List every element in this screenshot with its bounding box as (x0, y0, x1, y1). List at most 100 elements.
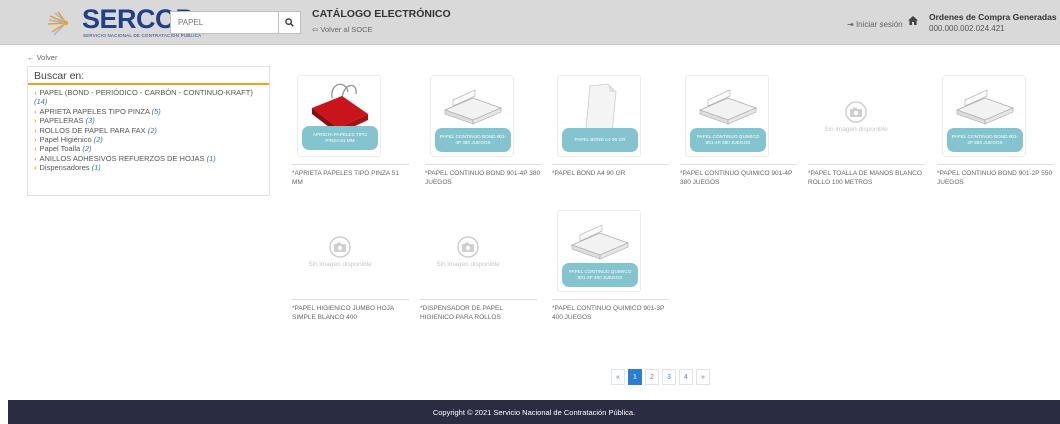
category-count: (5) (151, 106, 161, 116)
category-label: APRIETA PAPELES TIPO PINZA (39, 106, 150, 116)
product-image[interactable]: PAPEL CONTINUO QUIMICO 901-4P 380 JUEGOS (685, 75, 769, 157)
category-item[interactable]: › Dispensadores (1) (34, 163, 263, 172)
no-image-placeholder: Sin imagen disponible (298, 211, 382, 293)
category-list: › PAPEL (BOND - PERIÓDICO - CARBÓN - CONT… (28, 85, 269, 173)
chevron-right-icon: › (34, 88, 37, 97)
product-image[interactable]: APRIETA PAPELES TIPO PINZA 51 MM (297, 75, 381, 157)
product-image[interactable]: Sin imagen disponible (813, 75, 897, 157)
paper-box-icon (955, 89, 1015, 125)
category-label: Dispensadores (39, 163, 90, 173)
category-item[interactable]: › PAPELERAS (3) (34, 116, 263, 125)
category-count: (1) (206, 153, 216, 163)
divider (292, 164, 409, 165)
chevron-right-icon: › (34, 153, 37, 163)
catalog-title: CATÁLOGO ELECTRÓNICO (312, 8, 451, 20)
page-button-2[interactable]: 2 (645, 369, 659, 385)
back-link[interactable]: ← Volver (27, 53, 57, 62)
category-count: (2) (147, 125, 157, 135)
category-item[interactable]: › ANILLOS ADHESIVOS REFUERZOS DE HOJAS (1… (34, 154, 263, 163)
no-image-icon (457, 235, 479, 258)
product-name[interactable]: *PAPEL CONTINUO BOND 901-2P 550 JUEGOS (937, 169, 1055, 187)
login-label: Iniciar sesión (855, 20, 903, 29)
pagination: « 1 2 3 4 » (611, 369, 710, 385)
product-badge: PAPEL CONTINUO QUIMICO 901-4P 380 JUEGOS (690, 128, 766, 152)
category-label: Papel Toalla (39, 144, 81, 154)
category-item[interactable]: › PAPEL (BOND - PERIÓDICO - CARBÓN - CONT… (34, 88, 263, 107)
product-badge: PAPEL CONTINUO QUIMICO 901-3P 400 JUEGOS (562, 263, 638, 287)
sign-out-icon: ⇦ (312, 25, 319, 34)
category-count: (14) (34, 97, 48, 107)
paper-box-icon (570, 224, 630, 260)
category-item[interactable]: › ROLLOS DE PAPEL PARA FAX (2) (34, 126, 263, 135)
no-image-text: Sin imagen disponible (824, 125, 888, 133)
divider (552, 299, 669, 300)
chevron-right-icon: › (34, 135, 37, 145)
product-image[interactable]: PAPEL CONTINUO QUIMICO 901-3P 400 JUEGOS (557, 210, 641, 292)
category-count: (2) (93, 135, 103, 145)
category-item[interactable]: › Papel Toalla (2) (34, 144, 263, 153)
product-name[interactable]: *PAPEL BOND A4 90 GR (552, 169, 670, 178)
category-label: Papel Higiénico (39, 135, 92, 145)
search-button[interactable] (278, 12, 300, 33)
paper-box-icon (443, 89, 503, 125)
footer: Copyright © 2021 Servicio Nacional de Co… (8, 400, 1060, 424)
page-button-1[interactable]: 1 (628, 369, 642, 385)
product-badge: APRIETA PAPELES TIPO PINZA 51 MM (302, 126, 378, 150)
divider (680, 164, 797, 165)
no-image-placeholder: Sin imagen disponible (814, 76, 898, 158)
chevron-right-icon: › (34, 163, 37, 173)
sidebar-title: Buscar en: (28, 67, 269, 85)
copyright-text: Copyright © 2021 Servicio Nacional de Co… (432, 407, 636, 417)
category-count: (2) (82, 144, 92, 154)
sign-in-icon: ⇥ (847, 20, 854, 29)
product-image[interactable]: PAPEL CONTINUO BOND 901-2P 550 JUEGOS (942, 75, 1026, 157)
page-button-3[interactable]: 3 (662, 369, 676, 385)
category-label: PAPEL (BOND - PERIÓDICO - CARBÓN - CONTI… (39, 88, 253, 97)
divider (425, 164, 542, 165)
page-button-4[interactable]: 4 (679, 369, 693, 385)
no-image-text: Sin imagen disponible (436, 260, 500, 268)
divider (937, 164, 1054, 165)
product-name[interactable]: *PAPEL CONTINUO BOND 901-4P 380 JUEGOS (425, 169, 543, 187)
back-to-soce-link[interactable]: ⇦ Volver al SOCE (312, 25, 373, 34)
product-name[interactable]: *PAPEL CONTINUO QUIMICO 901-3P 400 JUEGO… (552, 304, 670, 322)
next-page-button[interactable]: » (696, 369, 710, 385)
product-image[interactable]: Sin imagen disponible (425, 210, 509, 292)
product-image[interactable]: PAPEL CONTINUO BOND 901-4P 380 JUEGOS (430, 75, 514, 157)
category-count: (3) (85, 116, 95, 126)
sercop-logo[interactable]: SERCOP SERVICIO NACIONAL DE CONTRATACIÓN… (36, 4, 201, 40)
product-image[interactable]: PAPEL BOND A4 90 GR (557, 75, 641, 157)
back-to-soce-label: Volver al SOCE (320, 25, 373, 34)
product-name[interactable]: *PAPEL CONTINUO QUIMICO 901-4P 380 JUEGO… (680, 169, 798, 187)
product-name[interactable]: *DISPENSADOR DE PAPEL HIGIENICO PARA ROL… (420, 304, 538, 322)
chevron-right-icon: › (34, 125, 37, 135)
category-label: ROLLOS DE PAPEL PARA FAX (39, 125, 146, 135)
back-link-label: Volver (36, 53, 58, 62)
no-image-icon (845, 100, 867, 123)
divider (292, 299, 409, 300)
category-item[interactable]: › APRIETA PAPELES TIPO PINZA (5) (34, 107, 263, 116)
product-badge: PAPEL BOND A4 90 GR (562, 128, 638, 152)
chevron-right-icon: › (34, 116, 37, 126)
search-input[interactable] (171, 12, 279, 33)
search-icon (285, 18, 294, 27)
product-name[interactable]: *PAPEL TOALLA DE MANOS BLANCO ROLLO 100 … (808, 169, 926, 187)
orders-title: Ordenes de Compra Generadas (929, 12, 1057, 22)
divider (552, 164, 669, 165)
login-link[interactable]: ⇥ Iniciar sesión (847, 20, 903, 29)
category-item[interactable]: › Papel Higiénico (2) (34, 135, 263, 144)
category-label: PAPELERAS (39, 116, 84, 126)
product-badge: PAPEL CONTINUO BOND 901-4P 380 JUEGOS (435, 128, 511, 152)
prev-page-button[interactable]: « (611, 369, 625, 385)
home-icon (908, 16, 918, 25)
no-image-text: Sin imagen disponible (308, 260, 372, 268)
product-image[interactable]: Sin imagen disponible (297, 210, 381, 292)
category-label: ANILLOS ADHESIVOS REFUERZOS DE HOJAS (39, 153, 205, 163)
chevron-right-icon: › (34, 106, 37, 116)
divider (420, 299, 537, 300)
orders-number: 000.000.002.024.421 (929, 24, 1005, 33)
paper-sheet-icon (585, 83, 617, 133)
product-name[interactable]: *APRIETA PAPELES TIPO PINZA 51 MM (292, 169, 410, 187)
product-badge: PAPEL CONTINUO BOND 901-2P 550 JUEGOS (947, 128, 1023, 152)
product-name[interactable]: *PAPEL HIGIENICO JUMBO HOJA SIMPLE BLANC… (292, 304, 410, 322)
